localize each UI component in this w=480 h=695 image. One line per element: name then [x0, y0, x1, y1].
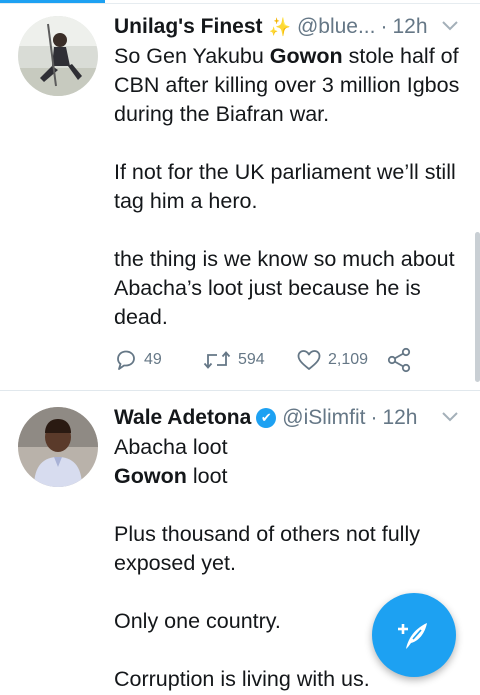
reply-button[interactable]: 49 [114, 346, 162, 374]
tweet-line [114, 129, 466, 158]
tweet-card[interactable]: Unilag's Finest ✨ @blue... · 12h So Gen … [0, 4, 480, 390]
retweet-count: 594 [238, 351, 265, 368]
verified-icon: ✔ [256, 408, 277, 428]
sparkles-icon: ✨ [268, 16, 291, 37]
retweet-icon [203, 351, 231, 369]
display-name[interactable]: Wale Adetona [114, 406, 251, 430]
tweet-header: Wale Adetona ✔ @iSlimfit · 12h [114, 403, 466, 433]
tweet-line [114, 216, 466, 245]
user-handle[interactable]: @blue... [297, 15, 376, 39]
tweet-actions: 49 594 2,109 [114, 346, 434, 374]
tweet-text: So Gen Yakubu Gowon stole half of CBN af… [114, 42, 466, 332]
timestamp[interactable]: 12h [382, 406, 417, 430]
share-button[interactable] [386, 346, 418, 374]
share-icon [387, 347, 411, 373]
tweet-line: If not for the UK parliament we’ll still [114, 160, 456, 184]
tweet-line: CBN after killing over 3 million Igbos [114, 73, 460, 97]
user-handle[interactable]: @iSlimfit [282, 406, 365, 430]
tweet-line: tag him a hero. [114, 189, 258, 213]
tweet-line: So Gen Yakubu Gowon stole half of [114, 44, 459, 68]
like-button[interactable]: 2,109 [296, 346, 368, 374]
scrollbar-thumb[interactable] [475, 232, 480, 382]
bold-word: Gowon [114, 464, 187, 488]
display-name[interactable]: Unilag's Finest [114, 15, 263, 39]
tweet-line: the thing is we know so much about [114, 247, 455, 271]
reply-icon [117, 350, 135, 370]
tweet-line: Plus thousand of others not fully [114, 522, 420, 546]
tweet-line [114, 491, 466, 520]
tweet-line: during the Biafran war. [114, 102, 330, 126]
caret-down-icon[interactable] [440, 406, 460, 426]
tweet-line: Abacha’s loot just because he is [114, 276, 421, 300]
compose-tweet-icon [398, 623, 427, 649]
caret-down-icon[interactable] [440, 15, 460, 35]
compose-tweet-button[interactable] [372, 593, 456, 677]
bold-word: Gowon [269, 44, 343, 68]
avatar[interactable] [18, 16, 98, 96]
retweet-button[interactable]: 594 [202, 346, 265, 374]
tweet-header: Unilag's Finest ✨ @blue... · 12h [114, 12, 466, 42]
separator-dot: · [380, 15, 388, 38]
avatar[interactable] [18, 407, 98, 487]
timestamp[interactable]: 12h [392, 15, 427, 39]
reply-count: 49 [144, 351, 162, 368]
like-icon [297, 350, 321, 370]
tweet-line: Abacha loot [114, 435, 228, 459]
separator-dot: · [370, 406, 378, 429]
tweet-line: exposed yet. [114, 551, 236, 575]
tweet-line: Gowon loot [114, 464, 228, 488]
tweet-line: dead. [114, 305, 168, 329]
like-count: 2,109 [328, 351, 369, 368]
